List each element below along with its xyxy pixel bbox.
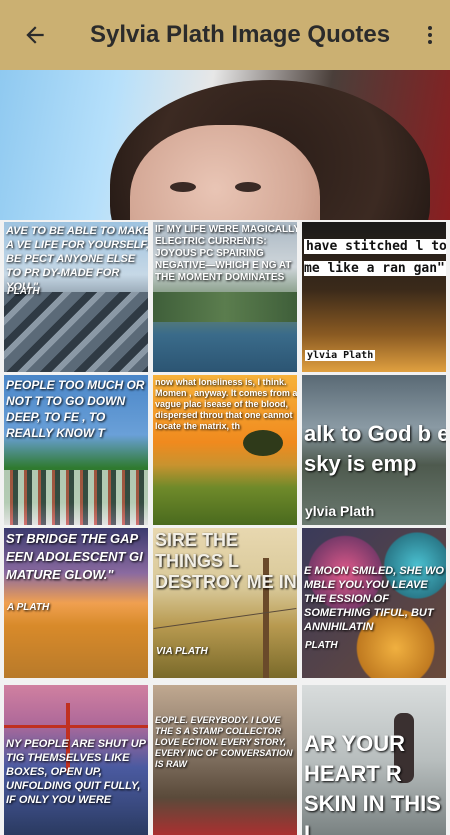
quote-text: EOPLE. EVERYBODY. I LOVE THE S A STAMP C… (155, 715, 293, 769)
quote-tile[interactable]: EOPLE. EVERYBODY. I LOVE THE S A STAMP C… (153, 685, 297, 835)
quote-author: ylvia Plath (305, 350, 376, 361)
quote-author: A PLATH (7, 602, 50, 613)
quote-text: have stitched l to me like a ran gan" (302, 236, 446, 280)
quote-tile[interactable]: E MOON SMILED, SHE WO MBLE YOU.YOU LEAVE… (302, 528, 446, 678)
quote-text: ST BRIDGE THE GAP EEN ADOLESCENT GI MATU… (6, 531, 143, 582)
more-vert-icon (428, 26, 432, 44)
quote-author: PLATH (305, 640, 338, 651)
quote-author: PLATH (7, 286, 40, 297)
quote-tile[interactable]: AVE TO BE ABLE TO MAKE A VE LIFE FOR YOU… (4, 222, 148, 372)
quote-author: VIA PLATH (156, 646, 208, 657)
back-button[interactable] (0, 0, 70, 70)
hero-portrait-image (0, 70, 450, 220)
more-options-button[interactable] (410, 0, 450, 70)
quote-tile[interactable]: ST BRIDGE THE GAP EEN ADOLESCENT GI MATU… (4, 528, 148, 678)
quote-tile[interactable]: alk to God b e sky is emp ylvia Plath (302, 375, 446, 525)
quote-text: alk to God b e sky is emp (304, 421, 446, 476)
quote-text: NY PEOPLE ARE SHUT UP TIG THEMSELVES LIK… (6, 738, 146, 806)
quote-tile[interactable]: NY PEOPLE ARE SHUT UP TIG THEMSELVES LIK… (4, 685, 148, 835)
quote-text: AVE TO BE ABLE TO MAKE A VE LIFE FOR YOU… (6, 225, 148, 293)
quote-tile[interactable]: now what loneliness is, I think. Momen ,… (153, 375, 297, 525)
quote-author: ylvia Plath (305, 503, 375, 519)
quote-tile[interactable]: AR YOUR HEART R SKIN IN THIS L (302, 685, 446, 835)
quote-tile[interactable]: SIRE THE THINGS L DESTROY ME IN VIA PLAT… (153, 528, 297, 678)
quote-text: now what loneliness is, I think. Momen ,… (155, 377, 297, 431)
quote-text: PEOPLE TOO MUCH OR NOT T TO GO DOWN DEEP… (6, 378, 145, 440)
quote-text: IF MY LIFE WERE MAGICALLY ELECTRIC CURRE… (155, 224, 297, 283)
quote-tile[interactable]: PEOPLE TOO MUCH OR NOT T TO GO DOWN DEEP… (4, 375, 148, 525)
quote-text-content: have stitched l to me like a ran gan" (304, 239, 446, 276)
quote-tile[interactable]: have stitched l to me like a ran gan" yl… (302, 222, 446, 372)
quote-text: E MOON SMILED, SHE WO MBLE YOU.YOU LEAVE… (304, 565, 444, 633)
arrow-back-icon (26, 26, 44, 44)
page-title: Sylvia Plath Image Quotes (90, 21, 391, 48)
quote-text: AR YOUR HEART R SKIN IN THIS L (304, 731, 441, 835)
quote-tile[interactable]: IF MY LIFE WERE MAGICALLY ELECTRIC CURRE… (153, 222, 297, 372)
app-bar: Sylvia Plath Image Quotes (0, 0, 450, 70)
quote-image-grid: AVE TO BE ABLE TO MAKE A VE LIFE FOR YOU… (0, 220, 450, 835)
quote-text: SIRE THE THINGS L DESTROY ME IN (155, 530, 297, 592)
